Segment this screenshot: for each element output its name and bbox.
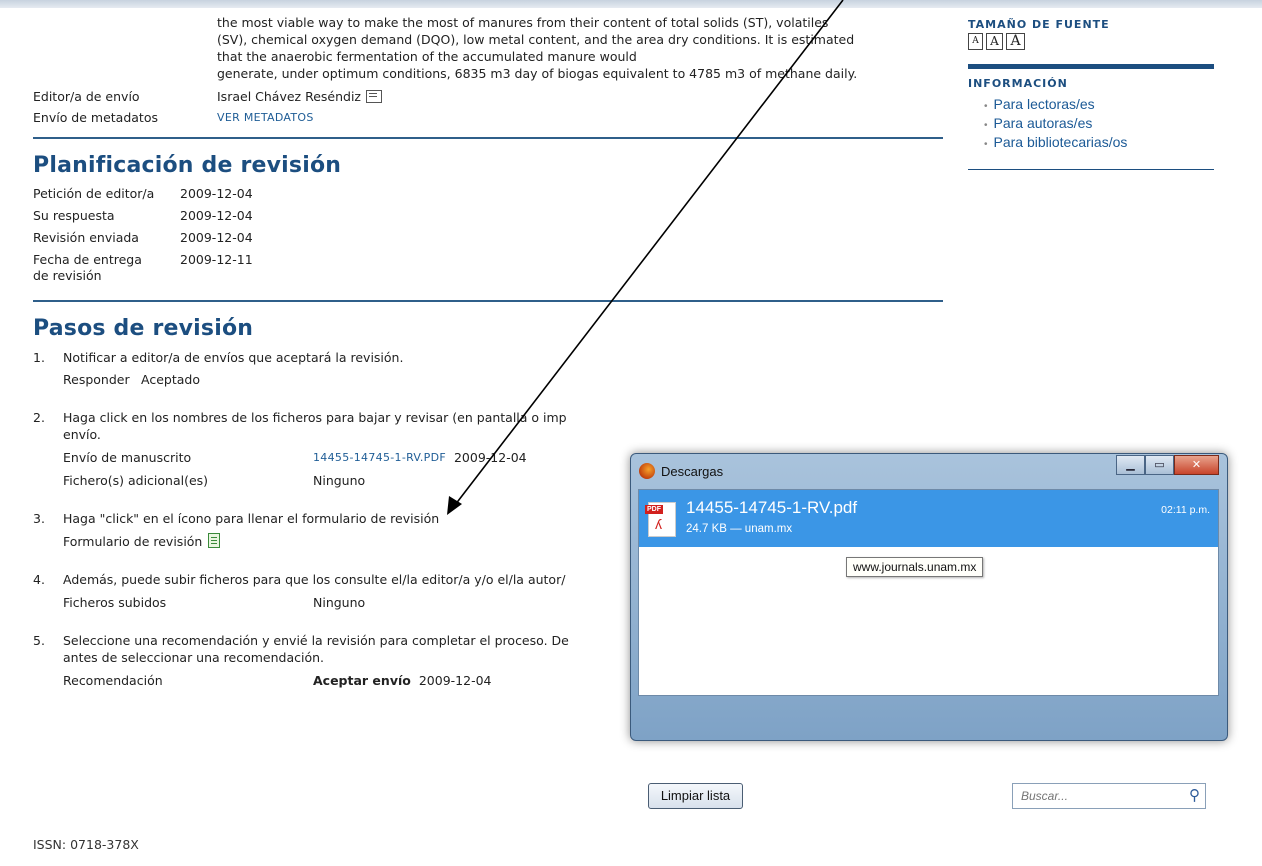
info-links: Para lectoras/es Para autoras/es Para bi… (984, 96, 1214, 153)
abstract-line: generate, under optimum conditions, 6835… (217, 66, 858, 81)
manuscript-date: 2009-12-04 (453, 450, 527, 465)
font-size-controls: A A A (968, 33, 1214, 50)
schedule-row: Revisión enviada 2009-12-04 (33, 230, 943, 246)
additional-files-label: Fichero(s) adicional(es) (63, 473, 209, 488)
divider (33, 137, 943, 139)
maximize-icon[interactable]: ▭ (1145, 455, 1174, 475)
downloads-window: Descargas ▁ ▭ ✕ PDF ʎ 14455-14745-1-RV.p… (630, 453, 1228, 809)
schedule-title: Planificación de revisión (33, 153, 342, 178)
info-link-librarians[interactable]: Para bibliotecarias/os (984, 134, 1214, 153)
step-number: 2. (33, 410, 45, 425)
font-large-button[interactable]: A (1006, 33, 1025, 50)
info-link-readers[interactable]: Para lectoras/es (984, 96, 1214, 115)
step-number: 3. (33, 511, 45, 526)
step-text: Notificar a editor/a de envíos que acept… (63, 350, 404, 365)
additional-files-value: Ninguno (313, 473, 366, 488)
abstract-line: that the anaerobic fermentation of the a… (217, 49, 637, 64)
step-item: 1. Notificar a editor/a de envíos que ac… (33, 349, 943, 388)
metadata-label: Envío de metadatos (33, 110, 158, 125)
sidebar-divider (968, 64, 1214, 69)
clear-list-label: Limpiar lista (660, 788, 731, 803)
step-number: 5. (33, 633, 45, 648)
downloads-search[interactable]: ⚲ (1012, 783, 1206, 809)
uploaded-files-value: Ninguno (313, 595, 366, 610)
schedule-value: 2009-12-04 (180, 208, 253, 223)
recommendation-label: Recomendación (63, 673, 163, 688)
manuscript-label: Envío de manuscrito (63, 450, 192, 465)
schedule-key: Revisión enviada (33, 230, 139, 245)
info-link-authors[interactable]: Para autoras/es (984, 115, 1214, 134)
schedule-row: Su respuesta 2009-12-04 (33, 208, 943, 224)
schedule-value: 2009-12-04 (180, 230, 253, 245)
window-controls: ▁ ▭ ✕ (1116, 455, 1219, 475)
recommendation-date: 2009-12-04 (418, 673, 492, 688)
review-form-label: Formulario de revisión (63, 534, 203, 549)
abstract: the most viable way to make the most of … (217, 14, 943, 82)
editor-value: Israel Chávez Reséndiz (217, 89, 361, 104)
schedule-value: 2009-12-11 (180, 252, 253, 267)
search-input[interactable] (1019, 788, 1183, 804)
steps-title: Pasos de revisión (33, 316, 254, 341)
schedule-key: Petición de editor/a (33, 186, 155, 201)
search-icon[interactable]: ⚲ (1189, 786, 1200, 804)
schedule-row: Fecha de entrega de revisión 2009-12-11 (33, 252, 943, 284)
issn: ISSN: 0718-378X (33, 837, 139, 852)
sidebar: TAMAÑO DE FUENTE A A A INFORMACIÓN Para … (968, 18, 1214, 170)
editor-row: Editor/a de envío Israel Chávez Reséndiz (33, 86, 943, 107)
schedule-row: Petición de editor/a 2009-12-04 (33, 186, 943, 202)
url-tooltip: www.journals.unam.mx (846, 557, 984, 577)
minimize-icon[interactable]: ▁ (1116, 455, 1145, 475)
schedule-table: Petición de editor/a 2009-12-04 Su respu… (33, 186, 943, 284)
respond-status: Aceptado (141, 372, 200, 387)
divider (33, 300, 943, 302)
download-item[interactable]: PDF ʎ 14455-14745-1-RV.pdf 24.7 KB — una… (639, 490, 1218, 547)
font-small-button[interactable]: A (968, 33, 983, 50)
font-size-title: TAMAÑO DE FUENTE (968, 18, 1110, 31)
step-text: envío. (63, 427, 101, 442)
pdf-icon: PDF ʎ (645, 502, 676, 537)
downloads-list: PDF ʎ 14455-14745-1-RV.pdf 24.7 KB — una… (638, 489, 1219, 696)
top-bar (0, 0, 1262, 8)
schedule-value: 2009-12-04 (180, 186, 253, 201)
step-text: Haga click en los nombres de los fichero… (63, 410, 567, 425)
abstract-line: the most viable way to make the most of … (217, 15, 829, 30)
schedule-key: Su respuesta (33, 208, 115, 223)
form-icon[interactable] (208, 533, 221, 548)
download-file-info: 24.7 KB — unam.mx (686, 523, 793, 535)
step-number: 1. (33, 350, 45, 365)
mail-icon[interactable] (365, 90, 382, 103)
clear-list-button[interactable]: Limpiar lista (648, 783, 743, 809)
schedule-key: Fecha de entrega de revisión (33, 252, 142, 283)
download-file-name: 14455-14745-1-RV.pdf (686, 498, 858, 517)
font-medium-button[interactable]: A (986, 33, 1003, 50)
downloads-titlebar: Descargas (639, 461, 723, 481)
step-number: 4. (33, 572, 45, 587)
view-metadata-link[interactable]: VER METADATOS (217, 111, 314, 124)
abstract-line: (SV), chemical oxygen demand (DQO), low … (217, 32, 855, 47)
info-title: INFORMACIÓN (968, 77, 1068, 90)
uploaded-files-label: Ficheros subidos (63, 595, 167, 610)
respond-label: Responder (63, 372, 130, 387)
sidebar-divider (968, 169, 1214, 170)
manuscript-file-link[interactable]: 14455-14745-1-RV.PDF (313, 449, 446, 466)
firefox-icon (639, 463, 655, 479)
metadata-row: Envío de metadatos VER METADATOS (33, 107, 943, 128)
downloads-title: Descargas (661, 463, 724, 479)
close-icon[interactable]: ✕ (1174, 455, 1219, 475)
recommendation-value: Aceptar envío (313, 673, 411, 688)
download-time: 02:11 p.m. (1161, 504, 1210, 516)
editor-label: Editor/a de envío (33, 89, 140, 104)
